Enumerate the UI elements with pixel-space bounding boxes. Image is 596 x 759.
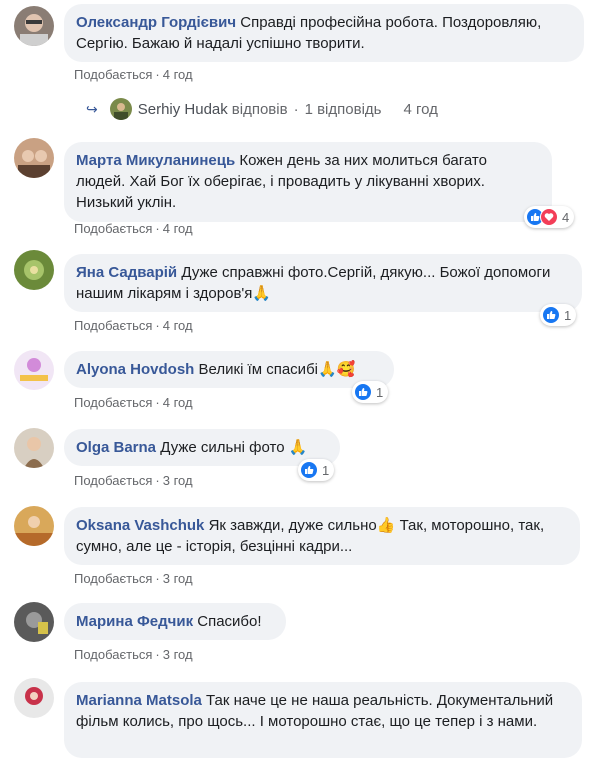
avatar[interactable] [14, 6, 54, 46]
comment-author[interactable]: Олександр Гордієвич [76, 14, 236, 31]
avatar[interactable] [14, 506, 54, 546]
avatar[interactable] [14, 350, 54, 390]
comment-bubble: Марта Микуланинець Кожен день за них мол… [64, 142, 552, 222]
avatar[interactable] [14, 602, 54, 642]
reaction-count: 1 [564, 307, 572, 323]
comment-bubble: Яна Садварій Дуже справжні фото.Сергій, … [64, 254, 582, 312]
comment-author[interactable]: Marianna Matsola [76, 692, 202, 709]
comment-bubble: Марина Федчик Спасибо! [64, 603, 286, 640]
comment-actions: Подобається · 3 год [74, 473, 193, 488]
like-link[interactable]: Подобається [74, 571, 152, 586]
comment-author[interactable]: Alyona Hovdosh [76, 361, 194, 378]
comment-bubble: Oksana Vashchuk Як завжди, дуже сильно👍 … [64, 507, 580, 565]
avatar[interactable] [14, 250, 54, 290]
like-link[interactable]: Подобається [74, 473, 152, 488]
comment-actions: Подобається · 3 год [74, 647, 193, 662]
comment-actions: Подобається · 4 год [74, 67, 193, 82]
reply-avatar [109, 98, 132, 120]
comment-author[interactable]: Oksana Vashchuk [76, 517, 204, 534]
comment-actions: Подобається · 4 год [74, 395, 193, 410]
reactions-summary[interactable]: 4 [524, 206, 575, 228]
comment-time[interactable]: 3 год [163, 647, 193, 662]
comment-bubble: Олександр Гордієвич Справді професійна р… [64, 4, 584, 62]
comment-bubble: Marianna Matsola Так наче це не наша реа… [64, 682, 582, 758]
comment-text: Спасибо! [197, 613, 262, 630]
comment-time[interactable]: 4 год [163, 67, 193, 82]
comment-time[interactable]: 4 год [163, 221, 193, 236]
comment-author[interactable]: Марина Федчик [76, 613, 193, 630]
reaction-count: 1 [376, 384, 384, 400]
thumbs-up-emoji: 👍 [376, 517, 396, 534]
reaction-count: 4 [562, 209, 570, 225]
reply-count: 1 відповідь [304, 100, 382, 118]
reply-action: відповів [231, 100, 288, 118]
comment-author[interactable]: Olga Barna [76, 439, 156, 456]
comment-author[interactable]: Яна Садварій [76, 264, 177, 281]
comment-text: Дуже сильні фото [160, 439, 285, 456]
reactions-summary[interactable]: 1 [352, 381, 389, 403]
comment-time[interactable]: 4 год [163, 318, 193, 333]
reply-time: 4 год [403, 100, 438, 118]
like-link[interactable]: Подобається [74, 221, 152, 236]
comment-text: Великі їм спасибі [198, 361, 318, 378]
smiling-hearts-emoji: 🥰 [336, 361, 356, 378]
reactions-summary[interactable]: 1 [540, 304, 577, 326]
comment-time[interactable]: 3 год [163, 571, 193, 586]
praying-hands-emoji: 🙏 [318, 361, 337, 378]
comment-bubble: Olga Barna Дуже сильні фото 🙏 [64, 429, 340, 466]
avatar[interactable] [14, 678, 54, 718]
avatar[interactable] [14, 428, 54, 468]
praying-hands-emoji: 🙏 [252, 285, 272, 302]
like-link[interactable]: Подобається [74, 318, 152, 333]
like-reaction-icon [300, 461, 318, 479]
reactions-summary[interactable]: 1 [298, 459, 335, 481]
comment-bubble: Alyona Hovdosh Великі їм спасибі🙏🥰 [64, 351, 394, 388]
love-reaction-icon [540, 208, 558, 226]
avatar[interactable] [14, 138, 54, 178]
like-link[interactable]: Подобається [74, 395, 152, 410]
comment-actions: Подобається · 4 год [74, 221, 193, 236]
comment-time[interactable]: 3 год [163, 473, 193, 488]
comment-text: Як завжди, дуже сильно [208, 517, 377, 534]
reaction-count: 1 [322, 462, 330, 478]
comment-actions: Подобається · 3 год [74, 571, 193, 586]
comment-author[interactable]: Марта Микуланинець [76, 152, 235, 169]
reply-author: Serhiy Hudak [137, 100, 228, 118]
praying-hands-emoji: 🙏 [288, 439, 308, 456]
reply-arrow-icon: ↪ [86, 100, 98, 117]
comment-time[interactable]: 4 год [163, 395, 193, 410]
like-link[interactable]: Подобається [74, 67, 152, 82]
like-link[interactable]: Подобається [74, 647, 152, 662]
view-replies-link[interactable]: ↪ Serhiy Hudak відповів · 1 відповідь 4 … [86, 98, 438, 120]
like-reaction-icon [542, 306, 560, 324]
comment-actions: Подобається · 4 год [74, 318, 193, 333]
like-reaction-icon [354, 383, 372, 401]
